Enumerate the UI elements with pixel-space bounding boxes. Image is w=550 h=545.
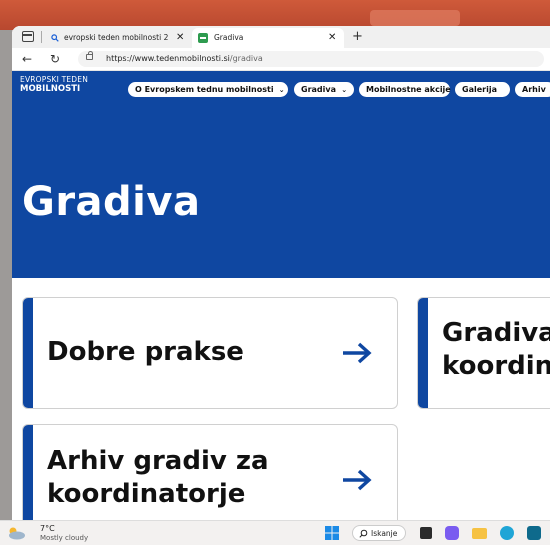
back-icon[interactable]: ← <box>22 48 32 70</box>
nav-item-label: Mobilnostne akcije <box>366 85 451 94</box>
arrow-right-icon <box>343 469 372 491</box>
weather-condition[interactable]: Mostly cloudy <box>40 534 88 543</box>
chevron-down-icon: ⌄ <box>276 86 285 94</box>
site-header: EVROPSKI TEDEN MOBILNOSTI O Evropskem te… <box>12 71 550 278</box>
nav-item-label: Galerija <box>462 85 497 94</box>
nav-item-galerija[interactable]: Galerija <box>455 82 510 97</box>
tab-label: Gradiva <box>214 33 244 42</box>
card-accent <box>418 298 428 408</box>
chevron-down-icon: ⌄ <box>338 86 348 94</box>
tab-divider <box>41 31 42 43</box>
refresh-icon[interactable]: ↻ <box>50 48 60 70</box>
nav-item-label: O Evropskem tednu mobilnosti <box>135 85 274 94</box>
card-arhiv-gradiv[interactable]: Arhiv gradiv za koordinatorje <box>22 424 398 520</box>
site-favicon-icon <box>198 33 208 43</box>
browser-window: evropski teden mobilnosti 2023 | ✕ Gradi… <box>12 26 550 520</box>
url-text: https://www.tedenmobilnosti.si/gradiva <box>106 54 263 63</box>
tab-bar: evropski teden mobilnosti 2023 | ✕ Gradi… <box>12 26 550 48</box>
nav-item-gradiva[interactable]: Gradiva ⌄ <box>294 82 354 97</box>
edge-browser-icon[interactable] <box>500 526 514 540</box>
taskbar: 7°C Mostly cloudy Iskanje <box>0 520 550 545</box>
nav-item-mobilnostne-akcije[interactable]: Mobilnostne akcije <box>359 82 451 97</box>
card-title-line1: Gradiva <box>442 318 550 348</box>
tab-gradiva[interactable]: Gradiva ✕ <box>192 28 344 48</box>
site-logo-line1[interactable]: EVROPSKI TEDEN <box>20 75 88 84</box>
tab-close-icon[interactable]: ✕ <box>328 28 336 48</box>
tab-label: evropski teden mobilnosti 2023 | <box>64 33 168 42</box>
chat-app-icon[interactable] <box>445 526 459 540</box>
weather-cloudy-icon[interactable] <box>6 526 26 540</box>
card-title: Dobre prakse <box>47 337 244 367</box>
card-gradiva-koordinatorji[interactable]: Gradiva koordin <box>417 297 550 409</box>
address-row: ← ↻ https://www.tedenmobilnosti.si/gradi… <box>12 48 550 71</box>
card-dobre-prakse[interactable]: Dobre prakse <box>22 297 398 409</box>
web-page: EVROPSKI TEDEN MOBILNOSTI O Evropskem te… <box>12 71 550 520</box>
task-view-icon[interactable] <box>420 527 432 539</box>
new-tab-icon[interactable]: + <box>352 28 363 46</box>
search-icon <box>51 34 59 42</box>
file-explorer-icon[interactable] <box>472 528 487 539</box>
tab-close-icon[interactable]: ✕ <box>176 28 184 48</box>
page-title: Gradiva <box>22 179 201 225</box>
card-title-line1: Arhiv gradiv za <box>47 446 269 476</box>
weather-temperature[interactable]: 7°C <box>40 524 55 533</box>
search-icon <box>359 529 368 538</box>
card-accent <box>23 298 33 408</box>
desktop-edge <box>0 30 12 520</box>
nav-item-o-evropskem-tednu[interactable]: O Evropskem tednu mobilnosti ⌄ <box>128 82 288 97</box>
card-accent <box>23 425 33 520</box>
tab-actions-icon[interactable] <box>22 31 34 42</box>
arrow-right-icon <box>343 342 372 364</box>
site-logo-line2[interactable]: MOBILNOSTI <box>20 84 80 94</box>
windows-start-icon[interactable] <box>325 526 339 540</box>
nav-item-arhiv[interactable]: Arhiv <box>515 82 550 97</box>
taskbar-search[interactable]: Iskanje <box>352 525 406 541</box>
store-app-icon[interactable] <box>527 526 541 540</box>
desktop-background-shape <box>370 10 460 26</box>
nav-item-label: Gradiva <box>301 85 336 94</box>
address-bar[interactable]: https://www.tedenmobilnosti.si/gradiva <box>78 51 544 67</box>
search-label: Iskanje <box>371 529 398 538</box>
card-title-line2: koordinatorje <box>47 479 246 509</box>
card-title-line2: koordin <box>442 351 550 381</box>
nav-item-label: Arhiv <box>522 85 546 94</box>
lock-icon <box>86 51 93 60</box>
tab-evropski-teden[interactable]: evropski teden mobilnosti 2023 | ✕ <box>48 28 188 48</box>
